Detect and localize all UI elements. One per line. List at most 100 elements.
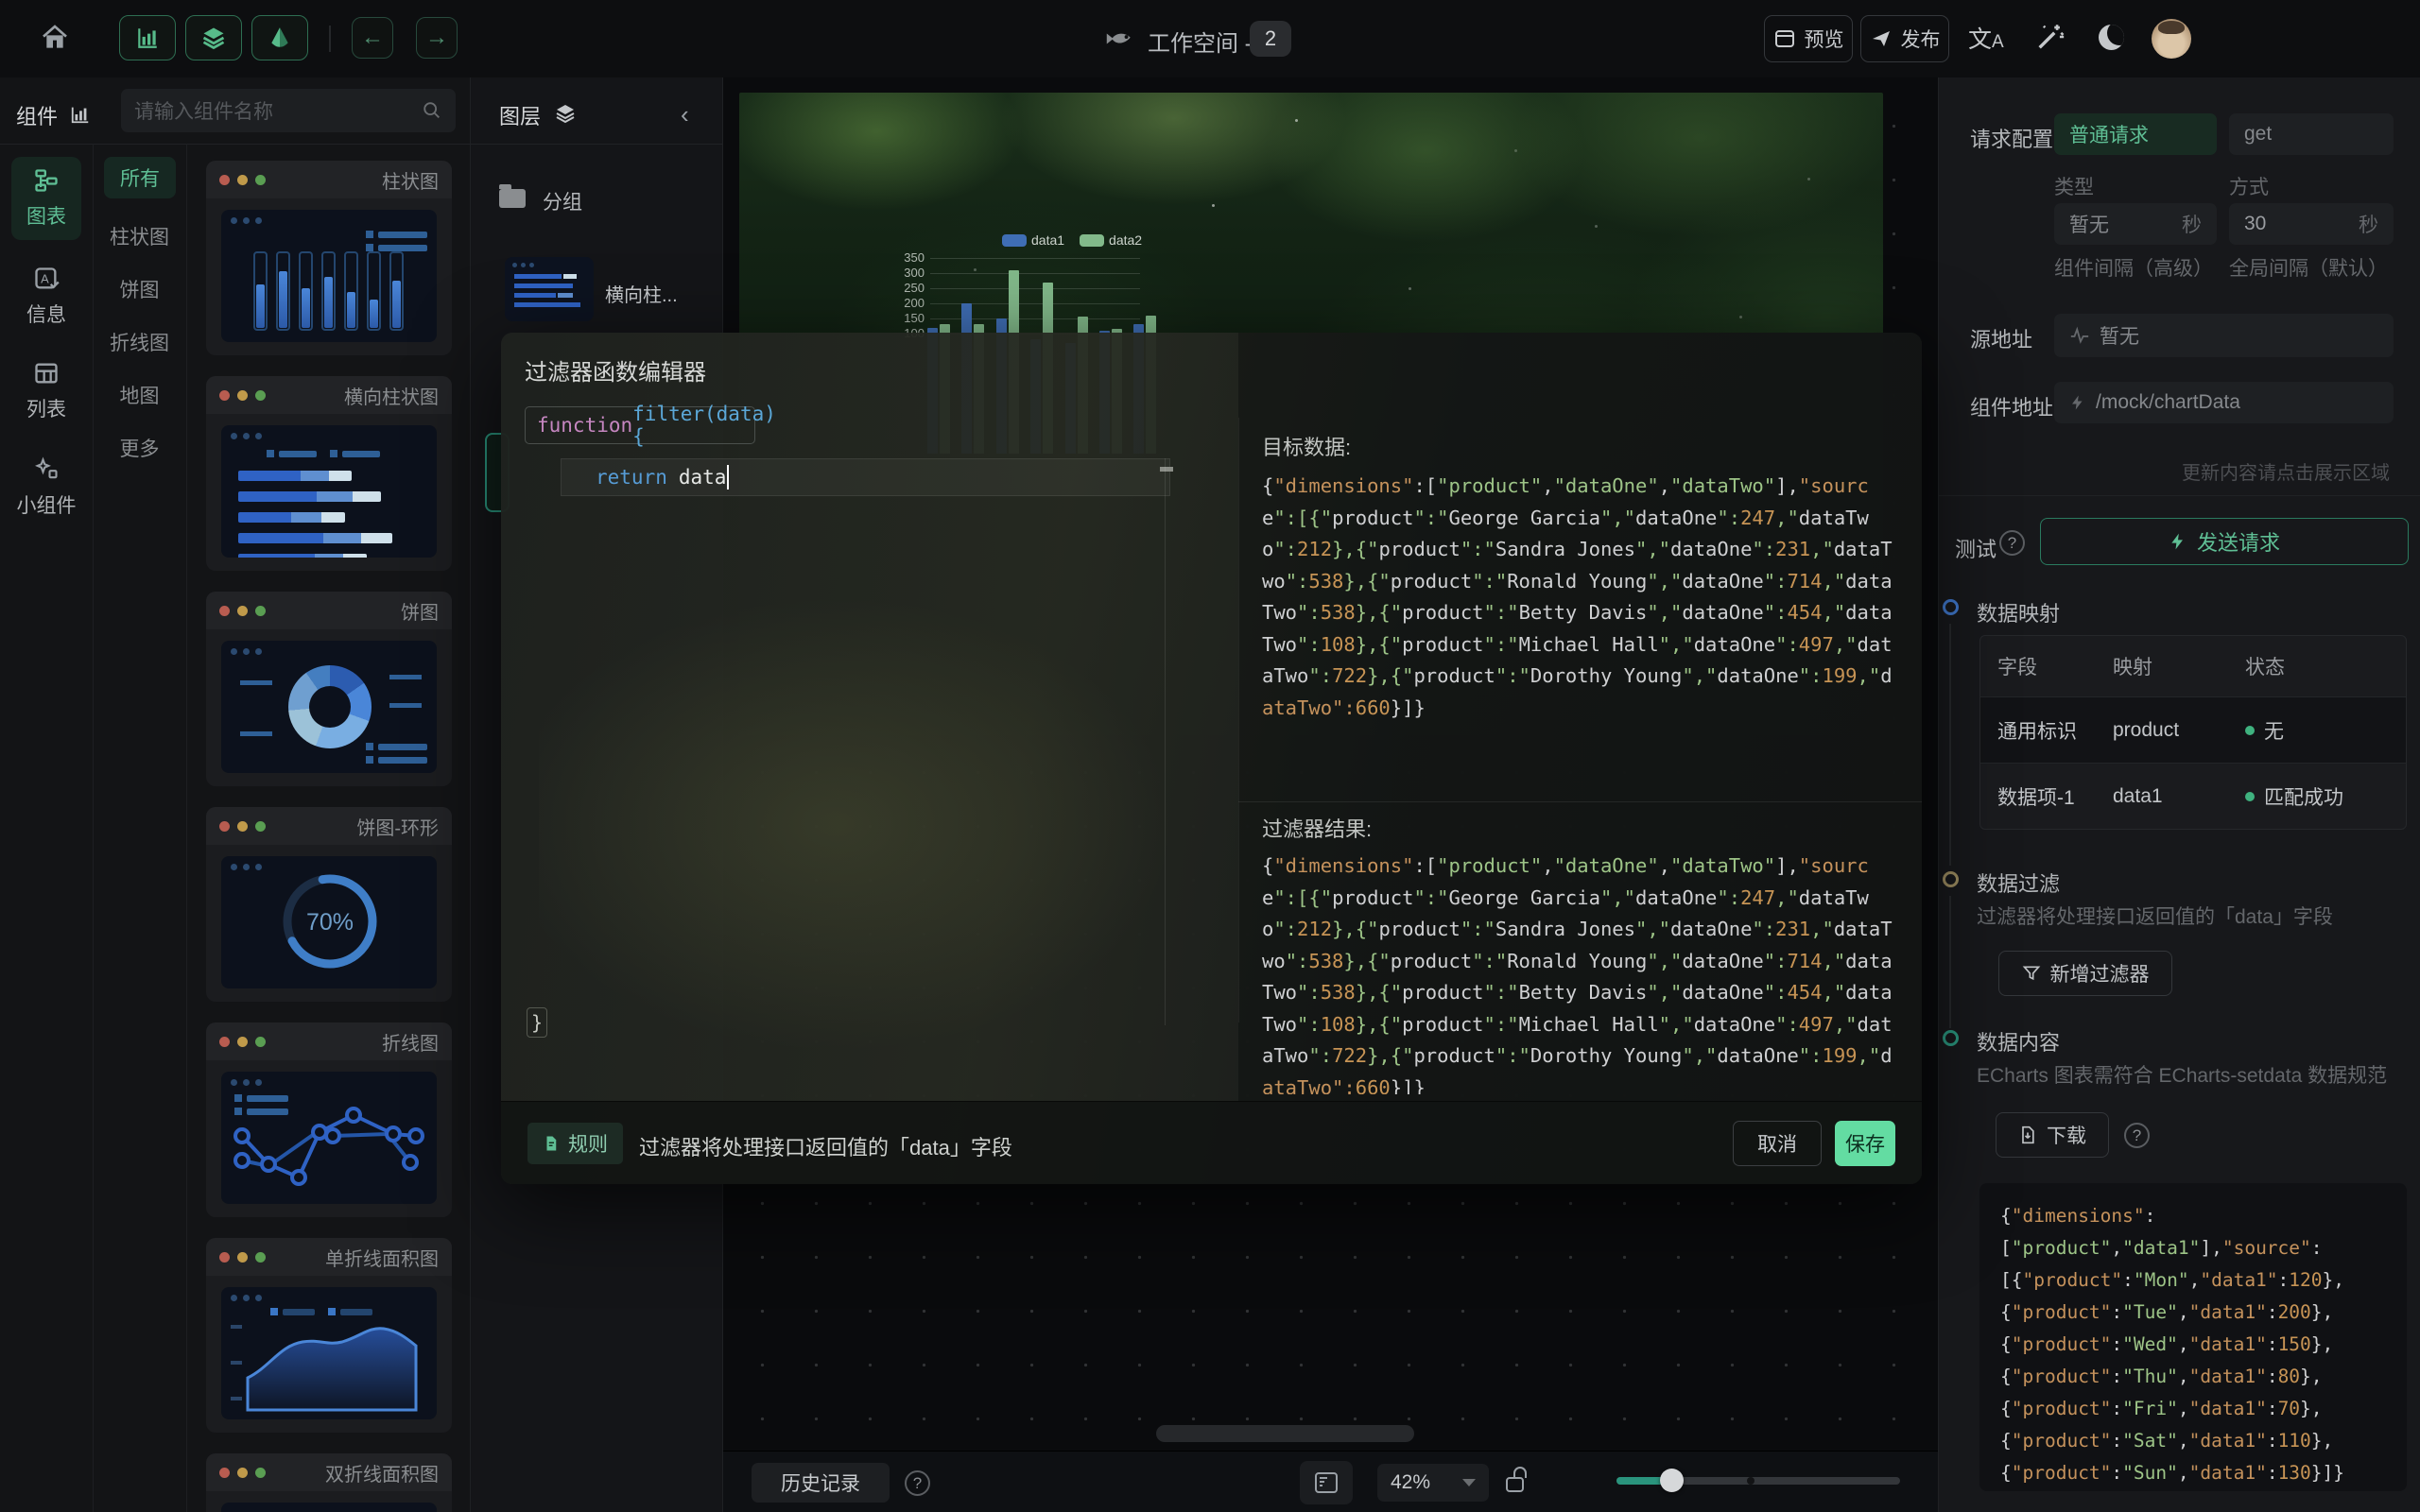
slider-thumb[interactable]: [1660, 1469, 1684, 1492]
card-preview: [221, 641, 437, 773]
language-icon[interactable]: 文A: [1968, 21, 2004, 55]
request-config-label: 请求配置: [1970, 123, 2053, 153]
global-interval-label: 全局间隔（默认）: [2229, 253, 2388, 282]
component-card-bar[interactable]: 柱状图: [206, 161, 452, 355]
component-card-hbar[interactable]: 横向柱状图: [206, 376, 452, 571]
code-editor-current-line[interactable]: return data: [561, 458, 1170, 496]
table-row[interactable]: 数据项-1 data1 匹配成功: [1980, 763, 2406, 829]
zoom-select[interactable]: 42%: [1377, 1464, 1489, 1502]
test-label: 测试: [1955, 533, 1996, 563]
send-request-button[interactable]: 发送请求: [2040, 518, 2409, 565]
magic-wand-icon[interactable]: [2034, 21, 2066, 53]
traffic-red: [219, 175, 230, 185]
layer-item-label[interactable]: 横向柱...: [605, 280, 678, 307]
stars-icon: [33, 456, 60, 483]
undo-button[interactable]: ←: [352, 17, 393, 59]
y-axis-tick: 200: [898, 296, 925, 310]
home-icon[interactable]: [40, 23, 70, 53]
slider-100-marker: [1747, 1477, 1754, 1485]
components-panel-title: 组件: [16, 100, 58, 130]
search-input[interactable]: 请输入组件名称: [121, 89, 456, 132]
publish-button[interactable]: 发布: [1860, 15, 1949, 62]
table-row[interactable]: 通用标识 product 无: [1980, 696, 2406, 763]
workspace-count-badge: 2: [1250, 21, 1291, 57]
layer-item-thumbnail[interactable]: [505, 257, 594, 321]
prism-icon: [268, 26, 292, 50]
data-filter-title: 数据过滤: [1977, 868, 2060, 898]
request-type-select[interactable]: 普通请求: [2054, 113, 2217, 155]
sidebar-item-list[interactable]: 列表: [11, 350, 81, 433]
avatar[interactable]: [2152, 19, 2191, 59]
request-config-panel: 请求配置 普通请求 get 类型 方式 暂无秒 30秒 组件间隔（高级） 全局间…: [1938, 77, 2420, 1512]
category-separator: [186, 144, 187, 1512]
category-line[interactable]: 折线图: [93, 328, 186, 356]
data-mapping-table: 字段 映射 状态 通用标识 product 无 数据项-1 data1 匹配成功: [1979, 635, 2407, 830]
download-button[interactable]: 下载: [1996, 1112, 2109, 1158]
component-card-line[interactable]: 折线图: [206, 1022, 452, 1217]
category-bar[interactable]: 柱状图: [93, 222, 186, 250]
toolbar-divider: [329, 26, 331, 52]
save-button[interactable]: 保存: [1835, 1121, 1895, 1166]
method-label: 方式: [2229, 172, 2269, 200]
component-card-pie[interactable]: 饼图: [206, 592, 452, 786]
workspace-title[interactable]: 工作空间 -: [1148, 25, 1253, 58]
history-button[interactable]: 历史记录: [752, 1463, 890, 1503]
browser-icon: [1773, 27, 1796, 50]
zoom-slider[interactable]: [1616, 1477, 1900, 1485]
publish-label: 发布: [1901, 25, 1941, 53]
cancel-button[interactable]: 取消: [1733, 1121, 1822, 1166]
category-more[interactable]: 更多: [93, 434, 186, 462]
horizontal-scrollbar[interactable]: [1156, 1425, 1414, 1442]
zoom-value: 42%: [1391, 1471, 1430, 1494]
sidebar-item-info[interactable]: A 信息: [11, 255, 81, 338]
status-dot: [2245, 726, 2255, 735]
category-all[interactable]: 所有: [104, 157, 176, 198]
dark-mode-icon[interactable]: [2099, 25, 2124, 50]
detail-panel-toggle[interactable]: [1300, 1461, 1353, 1504]
collapse-panel-icon[interactable]: ‹: [681, 100, 689, 129]
layers-panel-title: 图层: [499, 100, 541, 130]
component-interval-input[interactable]: 暂无秒: [2054, 203, 2217, 245]
download-help-icon[interactable]: ?: [2124, 1123, 2150, 1148]
top-bar: ← → 工作空间 - 2 预览 发布 文A: [0, 0, 2420, 77]
layer-group-label[interactable]: 分组: [543, 187, 582, 215]
preview-button[interactable]: 预览: [1764, 15, 1853, 62]
source-address-input[interactable]: 暂无: [2054, 314, 2394, 357]
card-title: 横向柱状图: [344, 382, 439, 409]
filter-editor-modal: 过滤器函数编辑器 function filter(data) { return …: [501, 333, 1922, 1184]
card-preview: [221, 210, 437, 342]
data-content-json[interactable]: {"dimensions":["product","data1"],"sourc…: [1979, 1183, 2407, 1491]
sidebar-item-charts[interactable]: 图表: [11, 157, 81, 240]
component-interval-label: 组件间隔（高级）: [2054, 253, 2213, 282]
editor-guide-line: [1165, 458, 1166, 1025]
text-cursor: [727, 465, 729, 490]
global-interval-input[interactable]: 30秒: [2229, 203, 2394, 245]
component-card-area[interactable]: 单折线面积图: [206, 1238, 452, 1433]
add-filter-button[interactable]: 新增过滤器: [1998, 951, 2172, 996]
component-card-ring[interactable]: 饼图-环形 70%: [206, 807, 452, 1002]
fold-marker[interactable]: [1160, 467, 1173, 472]
filter-mode-button[interactable]: [251, 15, 308, 60]
table-header-row: 字段 映射 状态: [1980, 636, 2406, 696]
category-map[interactable]: 地图: [93, 381, 186, 409]
editor-backdrop-haze: [539, 578, 1201, 1070]
traffic-yellow: [237, 175, 248, 185]
card-preview: [221, 1287, 437, 1419]
redo-button[interactable]: →: [416, 17, 458, 59]
sidebar-item-widgets[interactable]: 小组件: [11, 446, 81, 529]
component-card-area2[interactable]: 双折线面积图: [206, 1453, 452, 1512]
chart-mode-button[interactable]: [119, 15, 176, 60]
help-icon[interactable]: ?: [905, 1470, 930, 1496]
category-pie[interactable]: 饼图: [93, 275, 186, 303]
card-header: 双折线面积图: [206, 1453, 452, 1491]
layers-mode-button[interactable]: [185, 15, 242, 60]
type-label: 类型: [2054, 172, 2094, 200]
section-divider: [1939, 495, 2420, 496]
component-address-input[interactable]: /mock/chartData: [2054, 382, 2394, 423]
panel-icon: [1314, 1471, 1339, 1494]
pulse-icon: [2069, 325, 2090, 346]
content-bullet: [1943, 1030, 1959, 1046]
request-method-select[interactable]: get: [2229, 113, 2394, 155]
unlock-icon[interactable]: [1506, 1467, 1529, 1497]
test-help-icon[interactable]: ?: [1999, 530, 2025, 556]
